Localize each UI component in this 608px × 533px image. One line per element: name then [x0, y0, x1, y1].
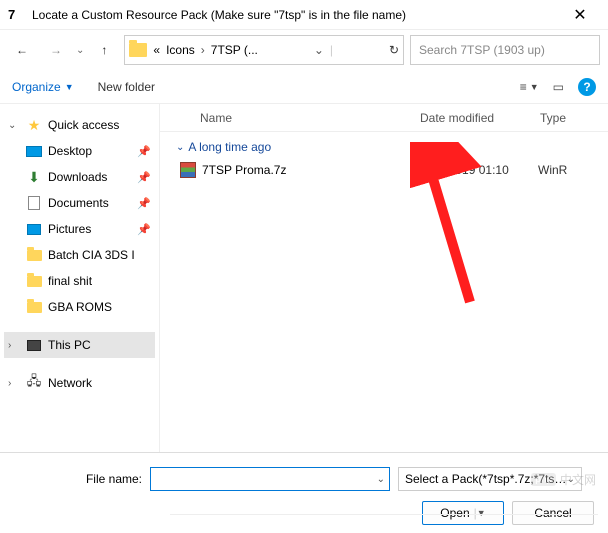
final-label: final shit	[48, 274, 92, 288]
sidebar-item-desktop[interactable]: Desktop 📌	[4, 138, 155, 164]
sidebar-item-network[interactable]: › 🖧 Network	[4, 370, 155, 396]
archive-icon	[180, 162, 196, 178]
filename-label: File name:	[12, 472, 142, 486]
desktop-icon	[26, 146, 42, 157]
filename-input[interactable]: ⌄	[150, 467, 390, 491]
refresh-button[interactable]: ↻	[389, 43, 399, 57]
network-label: Network	[48, 376, 92, 390]
document-icon	[28, 196, 40, 210]
collapse-icon[interactable]: ⌄	[8, 120, 20, 131]
pictures-label: Pictures	[48, 222, 91, 236]
back-button[interactable]: ←	[8, 36, 36, 64]
column-header-date[interactable]: Date modified	[420, 111, 540, 125]
help-button[interactable]: ?	[578, 78, 596, 96]
sidebar-item-downloads[interactable]: ⬇ Downloads 📌	[4, 164, 155, 190]
watermark-brand: php	[531, 473, 556, 486]
file-type: WinR	[538, 163, 567, 177]
file-date: 02-10-2019 01:10	[414, 163, 538, 177]
star-icon: ★	[26, 117, 42, 133]
batch-label: Batch CIA 3DS I	[48, 248, 135, 262]
pin-icon: 📌	[137, 145, 151, 158]
folder-icon	[27, 302, 42, 313]
organize-label: Organize	[12, 80, 61, 94]
file-list-area: Name Date modified Type ⌄ A long time ag…	[160, 104, 608, 452]
app-icon: 7	[8, 7, 24, 23]
group-label: A long time ago	[188, 140, 271, 154]
column-header-name[interactable]: Name	[200, 111, 420, 125]
watermark-text: 中文网	[560, 471, 596, 488]
download-icon: ⬇	[26, 169, 42, 185]
pin-icon: 📌	[137, 223, 151, 236]
thispc-label: This PC	[48, 338, 91, 352]
group-header[interactable]: ⌄ A long time ago	[160, 132, 608, 158]
search-placeholder: Search 7TSP (1903 up)	[419, 43, 545, 57]
address-seg-7tsp[interactable]: 7TSP (...	[211, 43, 258, 57]
sidebar-item-pictures[interactable]: Pictures 📌	[4, 216, 155, 242]
network-icon: 🖧	[26, 375, 42, 391]
quick-access-label: Quick access	[48, 118, 119, 132]
documents-label: Documents	[48, 196, 109, 210]
address-bar[interactable]: « Icons › 7TSP (... ⌄ | ↻	[124, 35, 404, 65]
watermark: php 中文网	[531, 471, 596, 488]
preview-pane-button[interactable]: ▭	[553, 80, 564, 94]
sidebar-item-final[interactable]: final shit	[4, 268, 155, 294]
pictures-icon	[27, 224, 41, 235]
gba-label: GBA ROMS	[48, 300, 112, 314]
search-input[interactable]: Search 7TSP (1903 up)	[410, 35, 600, 65]
sidebar-item-this-pc[interactable]: › This PC	[4, 332, 155, 358]
folder-icon	[27, 276, 42, 287]
horizontal-scrollbar[interactable]	[170, 514, 598, 526]
downloads-label: Downloads	[48, 170, 107, 184]
view-mode-button[interactable]: ≡ ▼	[520, 80, 539, 94]
address-dropdown-icon[interactable]: ⌄	[314, 43, 324, 57]
chevron-right-icon[interactable]: ›	[201, 43, 205, 57]
pin-icon: 📌	[137, 171, 151, 184]
navigation-pane: ⌄ ★ Quick access Desktop 📌 ⬇ Downloads 📌…	[0, 104, 160, 452]
file-name: 7TSP Proma.7z	[202, 163, 414, 177]
desktop-label: Desktop	[48, 144, 92, 158]
sidebar-item-documents[interactable]: Documents 📌	[4, 190, 155, 216]
pin-icon: 📌	[137, 197, 151, 210]
folder-icon	[27, 250, 42, 261]
chevron-down-icon[interactable]: ⌄	[377, 474, 385, 485]
forward-button[interactable]: →	[42, 36, 70, 64]
organize-menu[interactable]: Organize ▼	[12, 80, 74, 94]
sidebar-item-quick-access[interactable]: ⌄ ★ Quick access	[4, 112, 155, 138]
history-dropdown[interactable]: ⌄	[76, 45, 84, 56]
divider: |	[330, 43, 333, 57]
expand-icon[interactable]: ›	[8, 378, 20, 389]
sidebar-item-gba[interactable]: GBA ROMS	[4, 294, 155, 320]
address-prefix: «	[153, 43, 160, 57]
file-row[interactable]: 7TSP Proma.7z 02-10-2019 01:10 WinR	[160, 158, 608, 182]
pc-icon	[27, 340, 41, 351]
close-button[interactable]: ✕	[560, 5, 600, 25]
up-button[interactable]: ↑	[90, 36, 118, 64]
column-header-type[interactable]: Type	[540, 111, 608, 125]
window-title: Locate a Custom Resource Pack (Make sure…	[32, 8, 560, 22]
chevron-down-icon: ▼	[65, 82, 74, 92]
address-seg-icons[interactable]: Icons	[166, 43, 195, 57]
sidebar-item-batch[interactable]: Batch CIA 3DS I	[4, 242, 155, 268]
folder-icon	[129, 43, 147, 57]
new-folder-button[interactable]: New folder	[98, 80, 155, 94]
expand-icon[interactable]: ›	[8, 340, 20, 351]
collapse-icon: ⌄	[176, 142, 184, 153]
